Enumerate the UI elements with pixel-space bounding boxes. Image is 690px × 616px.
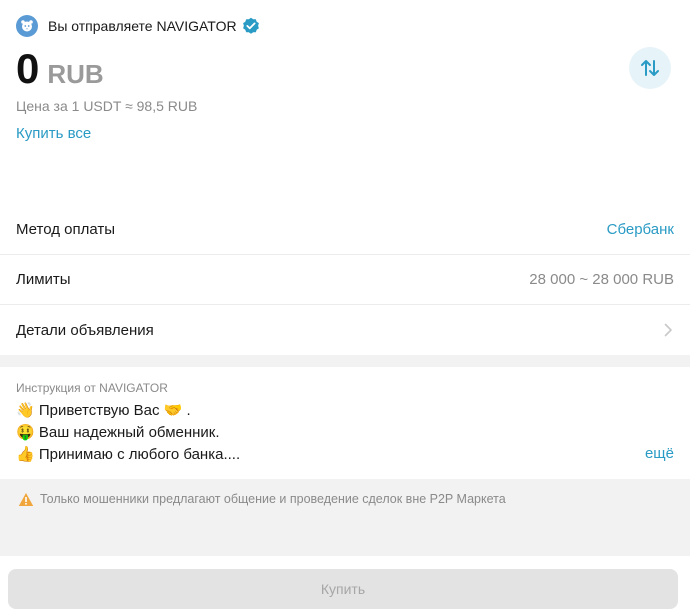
payment-method-value: Сбербанк xyxy=(606,221,674,238)
verified-badge-icon xyxy=(242,17,259,34)
buy-button[interactable]: Купить xyxy=(8,569,678,609)
fraud-warning: Только мошенники предлагают общение и пр… xyxy=(18,490,506,508)
instructions-title: Инструкция от NAVIGATOR xyxy=(16,381,168,395)
order-panel: Вы отправляете NAVIGATOR 0 RUB Цена за 1… xyxy=(0,0,690,355)
limits-label: Лимиты xyxy=(16,271,71,288)
amount-display[interactable]: 0 RUB xyxy=(16,44,104,94)
swap-currency-button[interactable] xyxy=(629,47,671,89)
footer-bar: Купить xyxy=(0,556,690,616)
limits-row: Лимиты 28 000 ~ 28 000 RUB xyxy=(0,255,690,305)
amount-currency: RUB xyxy=(47,59,104,89)
instructions-line: 👋 Приветствую Вас 🤝 . xyxy=(16,402,191,419)
payment-method-row[interactable]: Метод оплаты Сбербанк xyxy=(0,205,690,255)
limits-value: 28 000 ~ 28 000 RUB xyxy=(529,271,674,288)
tiger-avatar-icon xyxy=(16,15,38,37)
instructions-line: 🤑 Ваш надежный обменник. xyxy=(16,424,220,441)
seller-header: Вы отправляете NAVIGATOR xyxy=(16,15,260,37)
warning-icon xyxy=(18,492,34,506)
warning-text: Только мошенники предлагают общение и пр… xyxy=(40,492,506,506)
seller-name: Вы отправляете NAVIGATOR xyxy=(48,18,237,34)
seller-instructions: Инструкция от NAVIGATOR 👋 Приветствую Ва… xyxy=(0,367,690,479)
show-more-link[interactable]: ещё xyxy=(645,445,674,462)
amount-value: 0 xyxy=(16,45,40,92)
ad-details-row[interactable]: Детали объявления xyxy=(0,305,690,355)
chevron-right-icon xyxy=(664,323,672,337)
payment-method-label: Метод оплаты xyxy=(16,221,116,238)
ad-details-label: Детали объявления xyxy=(16,321,154,339)
buy-all-link[interactable]: Купить все xyxy=(16,125,91,142)
instructions-line: 👍 Принимаю с любого банка.... xyxy=(16,446,241,463)
swap-arrows-icon xyxy=(641,60,659,76)
price-info: Цена за 1 USDT ≈ 98,5 RUB xyxy=(16,98,198,114)
